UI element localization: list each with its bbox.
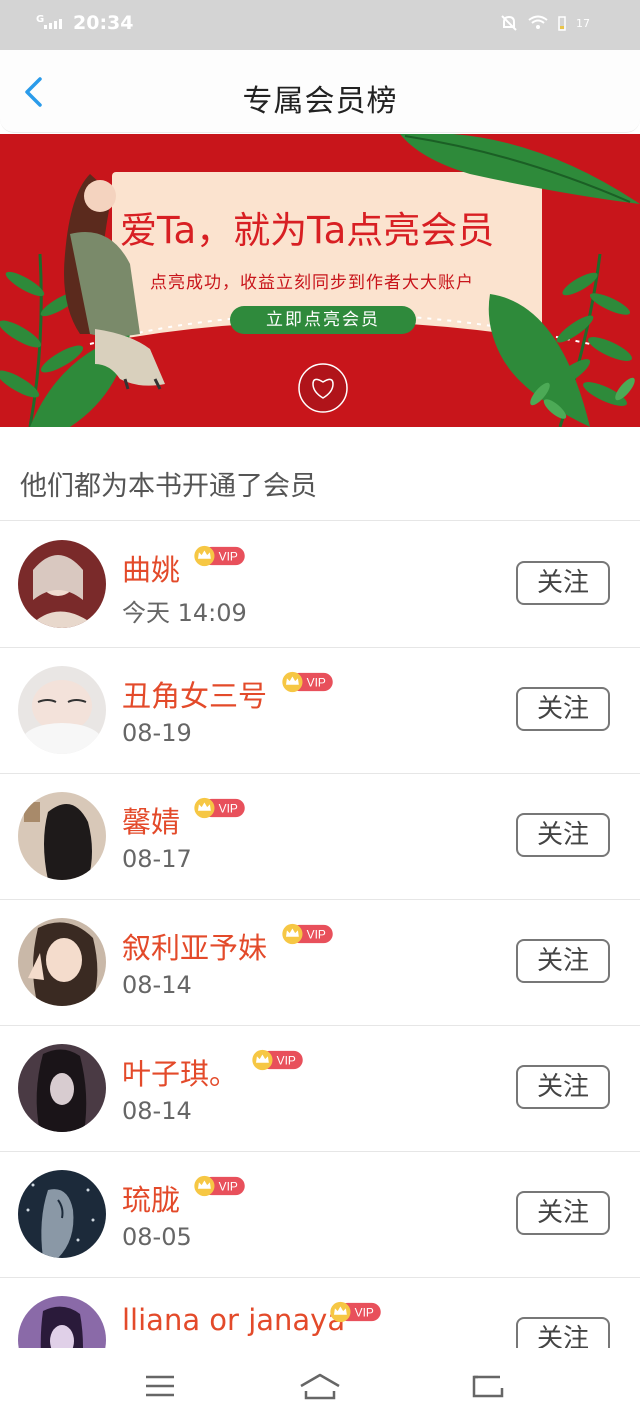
vip-label: VIP [355,1306,374,1320]
list-item: 馨婧 VIP 08-17 关注 [0,773,640,900]
follow-button[interactable]: 关注 [516,1317,610,1348]
system-nav-bar [0,1348,640,1422]
status-time: 20:34 [73,12,134,34]
wifi-icon [528,15,548,29]
section-title: 他们都为本书开通了会员 [20,471,317,502]
nav-bar: 专属会员榜 [0,50,640,133]
vip-badge: VIP [194,1175,245,1197]
vip-badge: VIP [194,545,245,567]
follow-button[interactable]: 关注 [516,561,610,605]
banner-headline: 爱Ta，就为Ta点亮会员 [120,209,495,252]
vip-badge: VIP [282,671,333,693]
member-name[interactable]: 琉胧 [122,1177,180,1219]
battery-level: 17 [576,16,590,30]
vip-label: VIP [219,550,238,564]
follow-button[interactable]: 关注 [516,939,610,983]
member-date: 08-14 [122,971,192,999]
mute-bell-icon [501,15,517,31]
list-item: 琉胧 VIP 08-05 关注 [0,1151,640,1278]
vip-label: VIP [307,928,326,942]
promo-banner[interactable]: 爱Ta，就为Ta点亮会员 点亮成功，收益立刻同步到作者大大账户 立即点亮会员 [0,134,640,427]
follow-button[interactable]: 关注 [516,1191,610,1235]
member-date: 今天 14:09 [122,599,247,627]
member-name[interactable]: 馨婧 [122,799,180,841]
avatar[interactable] [18,1170,106,1258]
vip-label: VIP [219,802,238,816]
list-item: lliana or janaya VIP 关注 [0,1277,640,1348]
follow-button[interactable]: 关注 [516,813,610,857]
member-name[interactable]: lliana or janaya [122,1303,345,1337]
home-icon[interactable] [298,1372,342,1402]
member-name[interactable]: 叙利亚予妹 [122,925,267,967]
member-date: 08-14 [122,1097,192,1125]
vip-badge: VIP [252,1049,303,1071]
battery-icon [558,16,566,31]
list-item: 丑角女三号 VIP 08-19 关注 [0,647,640,774]
member-date: 08-19 [122,719,192,747]
back-icon[interactable] [472,1372,506,1400]
status-bar: G 20:34 17 [0,0,640,50]
avatar[interactable] [18,666,106,754]
signal-icon [44,19,62,29]
list-item: 叙利亚予妹 VIP 08-14 关注 [0,899,640,1026]
menu-icon[interactable] [144,1372,176,1400]
member-name[interactable]: 曲姚 [122,547,180,589]
avatar[interactable] [18,1044,106,1132]
vip-label: VIP [277,1054,296,1068]
list-item: 曲姚 VIP 今天 14:09 关注 [0,521,640,648]
vip-badge: VIP [282,923,333,945]
member-name[interactable]: 丑角女三号 [122,673,267,715]
list-item: 叶子琪。 VIP 08-14 关注 [0,1025,640,1152]
member-name[interactable]: 叶子琪。 [122,1051,238,1093]
network-type: G [36,14,45,25]
member-date: 08-05 [122,1223,192,1251]
activate-vip-button[interactable]: 立即点亮会员 [230,306,416,334]
avatar[interactable] [18,918,106,1006]
vip-badge: VIP [194,797,245,819]
member-date: 08-17 [122,845,192,873]
page-title: 专属会员榜 [242,84,398,119]
vip-label: VIP [219,1180,238,1194]
follow-button[interactable]: 关注 [516,1065,610,1109]
vip-label: VIP [307,676,326,690]
avatar[interactable] [18,1296,106,1348]
banner-subtitle: 点亮成功，收益立刻同步到作者大大账户 [150,273,474,293]
avatar[interactable] [18,792,106,880]
avatar[interactable] [18,540,106,628]
vip-badge: VIP [330,1301,381,1323]
follow-button[interactable]: 关注 [516,687,610,731]
